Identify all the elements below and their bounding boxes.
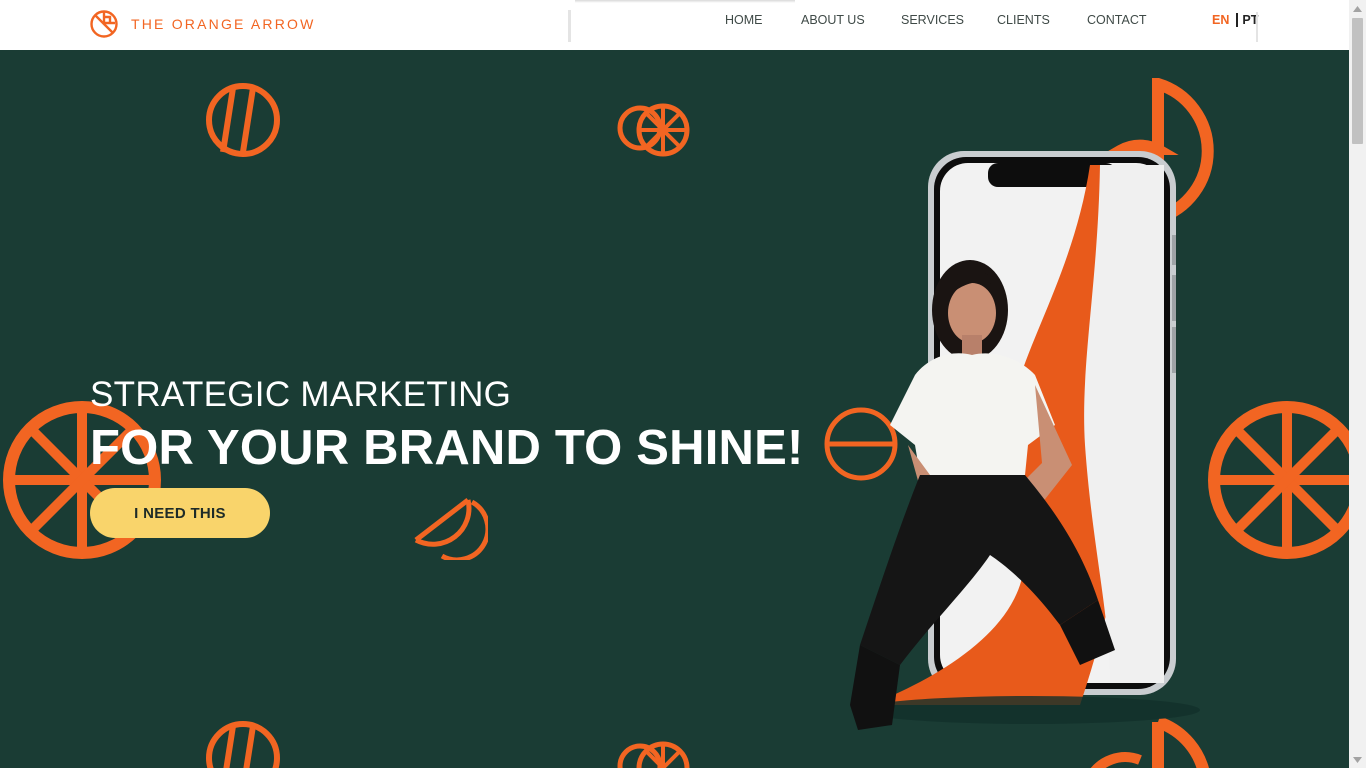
phone-model-illustration — [850, 151, 1200, 730]
scroll-up-arrow-icon[interactable] — [1349, 0, 1366, 17]
hero-section: STRATEGIC MARKETING FOR YOUR BRAND TO SH… — [0, 50, 1349, 768]
hero-subtitle: STRATEGIC MARKETING — [90, 375, 512, 414]
double-wheel-bottom-icon — [617, 741, 690, 768]
header-right-divider — [1256, 12, 1258, 42]
language-switcher: EN PT — [1212, 13, 1258, 27]
hero-title: FOR YOUR BRAND TO SHINE! — [90, 421, 804, 475]
page-scrollbar[interactable] — [1349, 0, 1366, 768]
orange-wheel-right-icon — [1208, 401, 1349, 559]
language-en[interactable]: EN — [1212, 13, 1229, 27]
header-divider — [568, 10, 571, 42]
site-header: THE ORANGE ARROW HOME ABOUT US SERVICES … — [0, 0, 1349, 50]
nav-services[interactable]: SERVICES — [901, 13, 964, 27]
orange-arrow-logo-icon — [90, 10, 118, 38]
slashed-circle-bottom-icon — [206, 721, 280, 768]
nav-contact[interactable]: CONTACT — [1087, 13, 1147, 27]
scrollbar-thumb[interactable] — [1352, 18, 1363, 144]
brand-logo[interactable]: THE ORANGE ARROW — [89, 9, 316, 39]
slashed-circle-icon — [206, 83, 280, 157]
nav-home[interactable]: HOME — [725, 13, 763, 27]
language-divider — [1236, 13, 1239, 27]
nav-clients[interactable]: CLIENTS — [997, 13, 1050, 27]
cta-button[interactable]: I NEED THIS — [90, 488, 270, 538]
double-wheel-icon — [617, 103, 690, 157]
header-shadow — [575, 0, 795, 3]
scroll-down-arrow-icon[interactable] — [1349, 751, 1366, 768]
brand-name: THE ORANGE ARROW — [131, 16, 316, 32]
half-moon-icon — [414, 498, 488, 560]
nav-about-us[interactable]: ABOUT US — [801, 13, 865, 27]
